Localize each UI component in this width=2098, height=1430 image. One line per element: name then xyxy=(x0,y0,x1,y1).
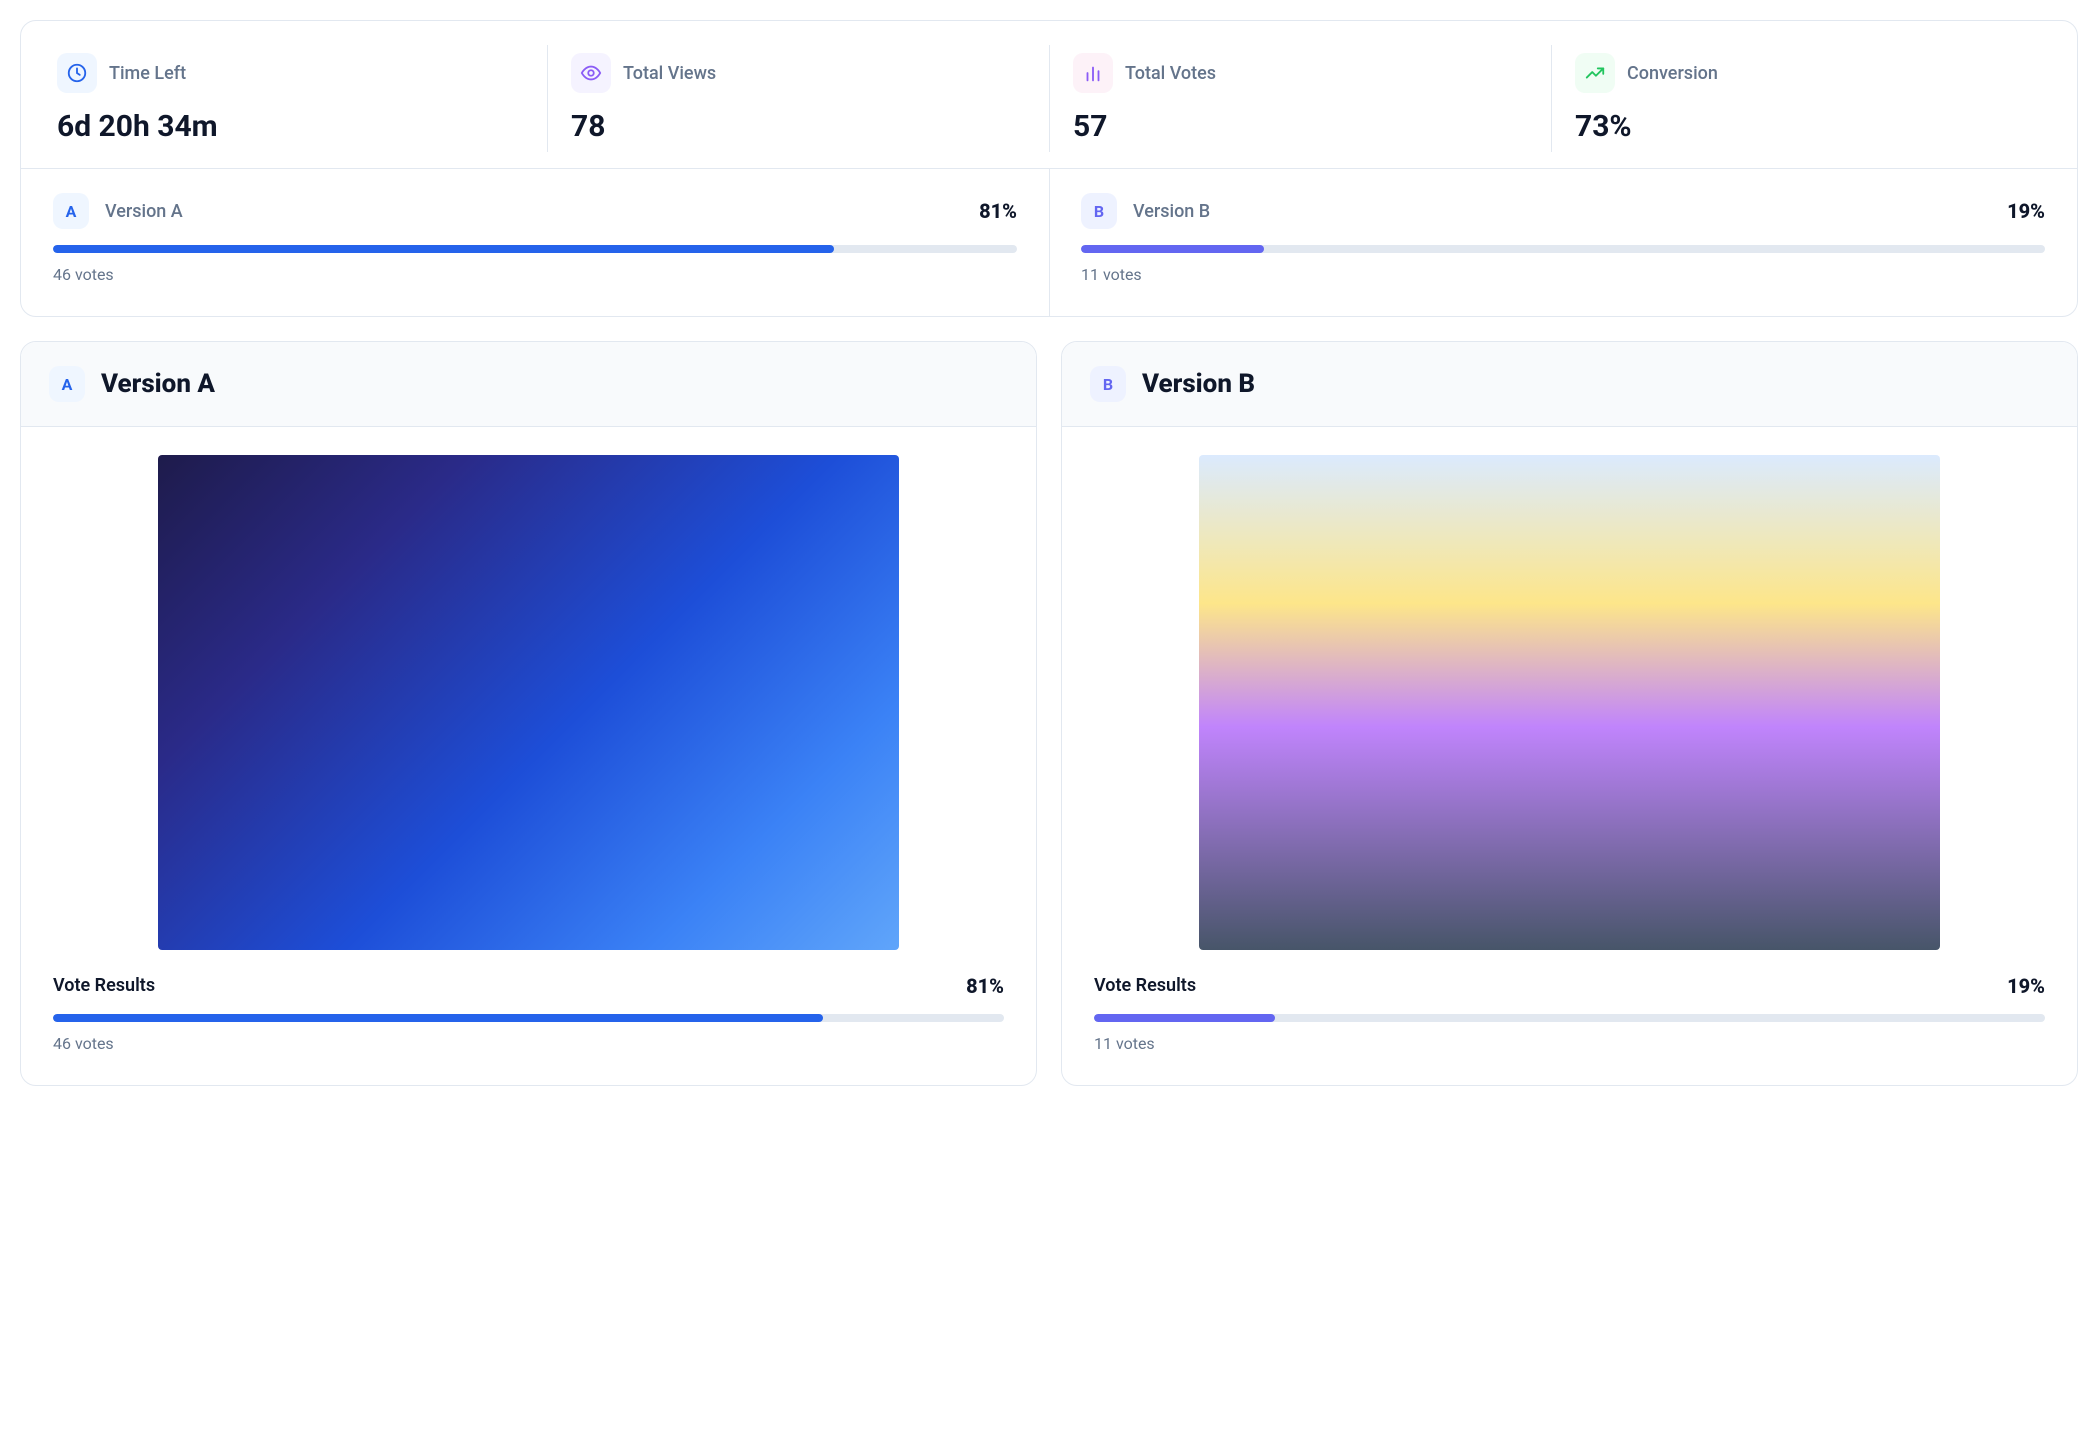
version-a-card-progress xyxy=(53,1014,1004,1022)
version-a-title: Version A xyxy=(101,369,215,399)
version-a-summary: A Version A 81% 46 votes xyxy=(21,169,1049,316)
version-a-badge: A xyxy=(49,366,85,402)
version-b-card-progress-fill xyxy=(1094,1014,1275,1022)
version-a-votes: 46 votes xyxy=(53,265,1017,284)
version-b-card-votes: 11 votes xyxy=(1094,1034,2045,1053)
stat-label: Conversion xyxy=(1627,63,1718,84)
stat-total-views: Total Views 78 xyxy=(547,53,1049,144)
stats-card: Time Left 6d 20h 34m Total Views 78 Tota… xyxy=(20,20,2078,317)
version-b-badge: B xyxy=(1090,366,1126,402)
clock-icon xyxy=(57,53,97,93)
trending-up-icon xyxy=(1575,53,1615,93)
results-label: Vote Results xyxy=(1094,975,1196,996)
version-a-percent: 81% xyxy=(979,199,1017,223)
version-b-card: B Version B Vote Results 19% 11 votes xyxy=(1061,341,2078,1086)
version-b-card-header: B Version B xyxy=(1062,342,2077,427)
version-a-card-votes: 46 votes xyxy=(53,1034,1004,1053)
results-label: Vote Results xyxy=(53,975,155,996)
stats-row: Time Left 6d 20h 34m Total Views 78 Tota… xyxy=(21,21,2077,168)
stat-value: 6d 20h 34m xyxy=(57,109,523,144)
stat-conversion: Conversion 73% xyxy=(1551,53,2053,144)
version-b-card-progress xyxy=(1094,1014,2045,1022)
version-b-card-percent: 19% xyxy=(2007,974,2045,998)
stat-label: Total Votes xyxy=(1125,63,1216,84)
version-b-votes: 11 votes xyxy=(1081,265,2045,284)
version-a-progress-fill xyxy=(53,245,834,253)
version-b-image xyxy=(1199,455,1941,950)
version-b-title: Version B xyxy=(1142,369,1255,399)
bar-chart-icon xyxy=(1073,53,1113,93)
stat-value: 78 xyxy=(571,109,1025,144)
version-a-badge: A xyxy=(53,193,89,229)
version-cards-row: A Version A Vote Results 81% 46 votes B … xyxy=(20,341,2078,1086)
version-b-percent: 19% xyxy=(2007,199,2045,223)
version-a-name: Version A xyxy=(105,201,183,222)
eye-icon xyxy=(571,53,611,93)
stat-value: 57 xyxy=(1073,109,1527,144)
version-b-progress-fill xyxy=(1081,245,1264,253)
version-a-progress xyxy=(53,245,1017,253)
version-b-summary: B Version B 19% 11 votes xyxy=(1049,169,2077,316)
version-b-badge: B xyxy=(1081,193,1117,229)
stat-label: Time Left xyxy=(109,63,186,84)
version-b-progress xyxy=(1081,245,2045,253)
version-a-image xyxy=(158,455,900,950)
versions-summary-row: A Version A 81% 46 votes B Version B 19% xyxy=(21,168,2077,316)
stat-value: 73% xyxy=(1575,109,2029,144)
version-a-card-percent: 81% xyxy=(966,974,1004,998)
version-a-card: A Version A Vote Results 81% 46 votes xyxy=(20,341,1037,1086)
stat-total-votes: Total Votes 57 xyxy=(1049,53,1551,144)
stat-label: Total Views xyxy=(623,63,716,84)
version-a-card-progress-fill xyxy=(53,1014,823,1022)
version-a-card-header: A Version A xyxy=(21,342,1036,427)
version-b-name: Version B xyxy=(1133,201,1210,222)
stat-time-left: Time Left 6d 20h 34m xyxy=(45,53,547,144)
